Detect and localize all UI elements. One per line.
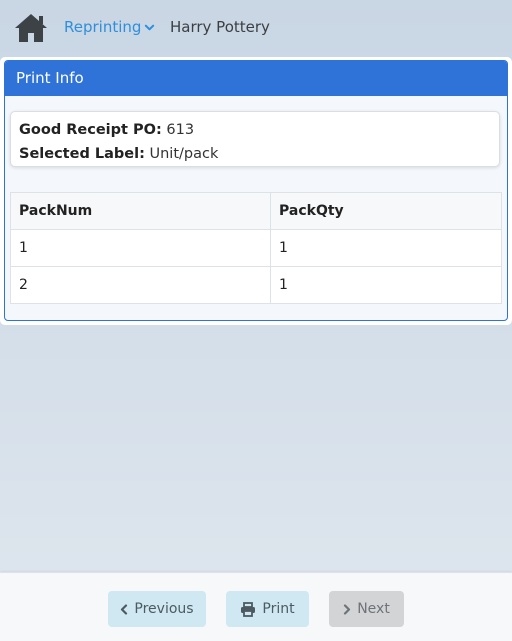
card-title: Print Info (5, 61, 507, 96)
print-info-panel: Print Info Good Receipt PO: 613 Selected… (4, 60, 508, 321)
print-info-card: Print Info Good Receipt PO: 613 Selected… (0, 57, 512, 325)
receipt-info-box: Good Receipt PO: 613 Selected Label: Uni… (10, 111, 500, 167)
home-icon[interactable] (13, 12, 49, 44)
print-button-label: Print (262, 601, 295, 617)
table-cell: 1 (270, 266, 502, 304)
next-button[interactable]: Next (329, 591, 404, 627)
packs-table: PackNum PackQty 1 1 2 1 (10, 192, 502, 304)
printer-icon (241, 601, 256, 617)
chevron-right-icon (344, 603, 351, 615)
selected-label-value: Unit/pack (149, 146, 219, 162)
selected-label-label: Selected Label: (19, 146, 145, 162)
table-header-row: PackNum PackQty (10, 192, 502, 230)
top-navbar: Reprinting Harry Pottery (0, 0, 512, 56)
po-line: Good Receipt PO: 613 (19, 118, 491, 142)
next-button-label: Next (357, 601, 390, 617)
table-cell: 1 (10, 229, 271, 267)
table-row: 1 1 (10, 229, 502, 267)
table-row: 2 1 (10, 266, 502, 304)
column-header-packqty: PackQty (270, 192, 502, 230)
chevron-down-icon (145, 24, 155, 31)
user-name: Harry Pottery (170, 18, 270, 36)
table-cell: 1 (270, 229, 502, 267)
previous-button-label: Previous (134, 601, 194, 617)
table-cell: 2 (10, 266, 271, 304)
po-label: Good Receipt PO: (19, 122, 162, 138)
selected-label-line: Selected Label: Unit/pack (19, 142, 491, 166)
chevron-left-icon (121, 603, 128, 615)
po-value: 613 (166, 122, 195, 138)
reprinting-menu-label: Reprinting (64, 18, 142, 36)
previous-button[interactable]: Previous (108, 591, 206, 627)
footer-toolbar: Previous Print Next (0, 572, 512, 641)
column-header-packnum: PackNum (10, 192, 271, 230)
print-button[interactable]: Print (226, 591, 309, 627)
reprinting-menu[interactable]: Reprinting (64, 18, 155, 36)
